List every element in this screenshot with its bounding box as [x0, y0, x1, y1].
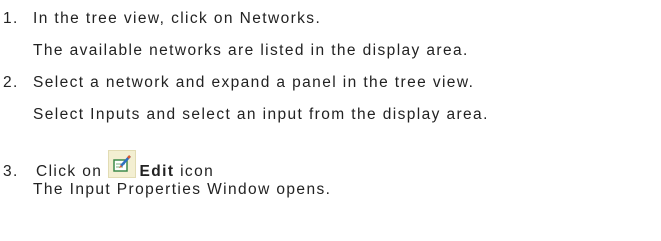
- step-text: Select a network and expand a panel in t…: [33, 74, 475, 91]
- step-3-result: The Input Properties Window opens.: [33, 181, 332, 198]
- step-number: 1.: [3, 10, 19, 27]
- step-2-detail: Select Inputs and select an input from t…: [33, 106, 489, 123]
- step-1-detail: The available networks are listed in the…: [33, 42, 469, 59]
- step-number: 3.: [3, 163, 19, 180]
- step-text: In the tree view, click on Networks.: [33, 10, 322, 27]
- step-3-period: .: [143, 163, 149, 180]
- step-number: 2.: [3, 74, 19, 91]
- step-3-suffix: icon: [174, 163, 215, 180]
- edit-icon: [108, 150, 136, 178]
